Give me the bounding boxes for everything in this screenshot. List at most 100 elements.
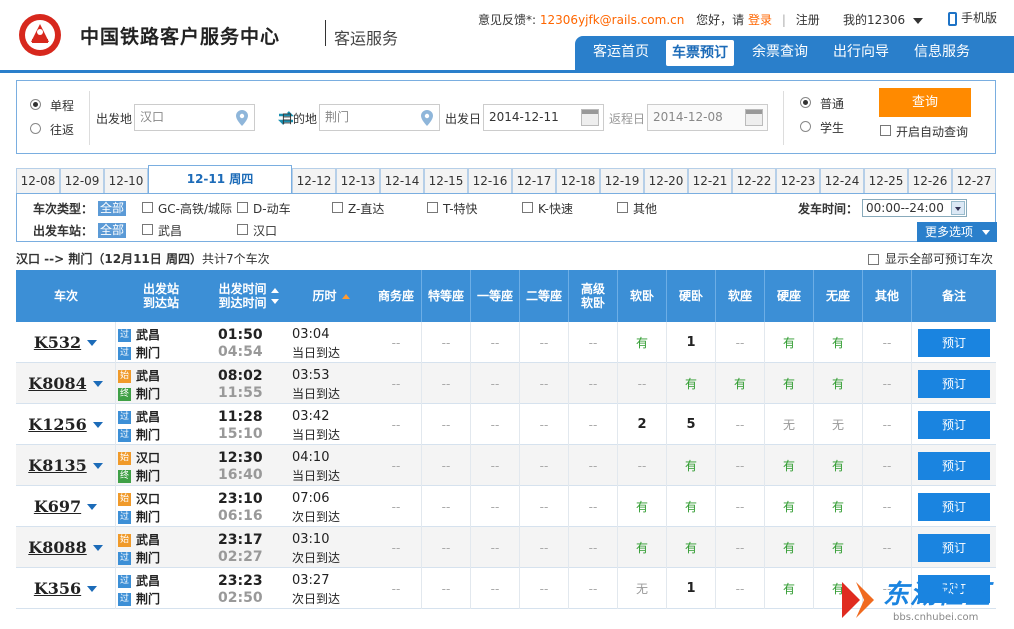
nav-info-service[interactable]: 信息服务 — [914, 36, 970, 70]
to-input[interactable]: 荆门 — [319, 104, 440, 131]
train-number-cell[interactable]: K8135 — [16, 445, 116, 486]
book-button[interactable]: 预订 — [918, 328, 990, 357]
sort-up-icon[interactable] — [270, 288, 279, 293]
tab-date[interactable]: 12-26 — [908, 168, 952, 193]
tab-date[interactable]: 12-08 — [16, 168, 60, 193]
tab-date[interactable]: 12-13 — [336, 168, 380, 193]
tab-date[interactable]: 12-16 — [468, 168, 512, 193]
tab-date[interactable]: 12-17 — [512, 168, 556, 193]
nav-remaining-tickets[interactable]: 余票查询 — [752, 36, 808, 70]
train-number-cell[interactable]: K1256 — [16, 404, 116, 445]
from-label: 出发地 — [96, 112, 133, 126]
chevron-down-icon[interactable] — [92, 380, 103, 387]
train-number-cell[interactable]: K356 — [16, 568, 116, 609]
tab-date[interactable]: 12-10 — [104, 168, 148, 193]
chevron-down-icon[interactable] — [87, 503, 98, 510]
tab-date[interactable]: 12-23 — [776, 168, 820, 193]
book-button[interactable]: 预订 — [918, 369, 990, 398]
chevron-down-icon[interactable] — [87, 339, 98, 346]
tab-date[interactable]: 12-18 — [556, 168, 600, 193]
show-all-checkbox[interactable] — [868, 254, 879, 265]
calendar-icon[interactable] — [581, 109, 599, 126]
tab-date[interactable]: 12-27 — [952, 168, 996, 193]
type-k-checkbox[interactable] — [522, 202, 533, 213]
normal-ticket-radio[interactable] — [800, 97, 811, 108]
greeting-text: 您好，请 — [696, 13, 745, 27]
chevron-down-icon[interactable] — [87, 585, 98, 592]
chevron-down-icon[interactable] — [92, 421, 103, 428]
train-number-cell[interactable]: K8088 — [16, 527, 116, 568]
train-number-link[interactable]: K697 — [34, 497, 81, 516]
nav-travel-guide[interactable]: 出行向导 — [833, 36, 889, 70]
seat-availability: -- — [490, 458, 500, 473]
tab-date-active[interactable]: 12-11 周四 — [148, 165, 292, 194]
tab-date[interactable]: 12-22 — [732, 168, 776, 193]
tab-date[interactable]: 12-24 — [820, 168, 864, 193]
seat-cell: -- — [716, 322, 765, 363]
train-number-link[interactable]: K1256 — [28, 415, 86, 434]
depart-time-select[interactable]: 00:00--24:00 — [862, 199, 967, 217]
train-number-cell[interactable]: K532 — [16, 322, 116, 363]
seat-availability: 无 — [831, 418, 844, 432]
roundtrip-radio[interactable] — [30, 123, 41, 134]
tab-date[interactable]: 12-14 — [380, 168, 424, 193]
chevron-down-icon[interactable] — [92, 544, 103, 551]
depart-time: 23:10 — [218, 491, 263, 507]
nav-ticket-booking[interactable]: 车票预订 — [666, 40, 734, 66]
train-number-link[interactable]: K8084 — [28, 374, 86, 393]
auto-query-checkbox[interactable] — [880, 125, 891, 136]
depart-date-input[interactable]: 2014-12-11 — [483, 104, 604, 131]
book-button[interactable]: 预订 — [918, 451, 990, 480]
calendar-icon[interactable] — [745, 109, 763, 126]
return-date-input[interactable]: 2014-12-08 — [647, 104, 768, 131]
query-button[interactable]: 查询 — [879, 88, 971, 117]
train-number-link[interactable]: K532 — [34, 333, 81, 352]
type-t-checkbox[interactable] — [427, 202, 438, 213]
sort-up-icon[interactable] — [341, 293, 350, 299]
seat-availability: -- — [735, 458, 745, 473]
oneway-radio[interactable] — [30, 99, 41, 110]
station-hankou-checkbox[interactable] — [237, 224, 248, 235]
railway-logo-icon[interactable] — [14, 12, 66, 58]
seat-cell: -- — [520, 363, 569, 404]
station-all-button[interactable]: 全部 — [98, 223, 127, 238]
tab-date[interactable]: 12-21 — [688, 168, 732, 193]
login-link[interactable]: 登录 — [748, 13, 772, 27]
sort-down-icon[interactable] — [270, 299, 279, 304]
type-other-checkbox[interactable] — [617, 202, 628, 213]
book-button[interactable]: 预订 — [918, 492, 990, 521]
nav-home[interactable]: 客运首页 — [593, 36, 649, 70]
train-number-cell[interactable]: K8084 — [16, 363, 116, 404]
to-station-name: 荆门 — [136, 510, 161, 524]
train-number-cell[interactable]: K697 — [16, 486, 116, 527]
type-d-checkbox[interactable] — [237, 202, 248, 213]
station-wuchang-checkbox[interactable] — [142, 224, 153, 235]
type-gc-checkbox[interactable] — [142, 202, 153, 213]
tab-date[interactable]: 12-25 — [864, 168, 908, 193]
train-number-link[interactable]: K356 — [34, 579, 81, 598]
type-d-label: D-动车 — [253, 202, 291, 216]
from-input[interactable]: 汉口 — [134, 104, 255, 131]
seat-cell: -- — [422, 363, 471, 404]
student-ticket-radio[interactable] — [800, 121, 811, 132]
show-all-toggle[interactable]: 显示全部可预订车次 — [868, 250, 993, 267]
mobile-link[interactable]: 手机版 — [948, 9, 997, 26]
tab-date[interactable]: 12-12 — [292, 168, 336, 193]
register-link[interactable]: 注册 — [796, 13, 820, 27]
book-button[interactable]: 预订 — [918, 533, 990, 562]
train-number-link[interactable]: K8088 — [28, 538, 86, 557]
col-times[interactable]: 出发时间 到达时间 — [206, 270, 291, 322]
train-number-link[interactable]: K8135 — [28, 456, 86, 475]
tab-date[interactable]: 12-09 — [60, 168, 104, 193]
train-type-all-button[interactable]: 全部 — [98, 201, 127, 216]
col-duration[interactable]: 历时 — [291, 270, 371, 322]
tab-date[interactable]: 12-20 — [644, 168, 688, 193]
tab-date[interactable]: 12-19 — [600, 168, 644, 193]
more-options-button[interactable]: 更多选项 — [917, 222, 997, 242]
chevron-down-icon[interactable] — [92, 462, 103, 469]
my12306-menu[interactable]: 我的12306 — [843, 11, 924, 28]
type-z-checkbox[interactable] — [332, 202, 343, 213]
book-button[interactable]: 预订 — [918, 410, 990, 439]
feedback-email-link[interactable]: 12306yjfk@rails.com.cn — [540, 13, 684, 27]
tab-date[interactable]: 12-15 — [424, 168, 468, 193]
